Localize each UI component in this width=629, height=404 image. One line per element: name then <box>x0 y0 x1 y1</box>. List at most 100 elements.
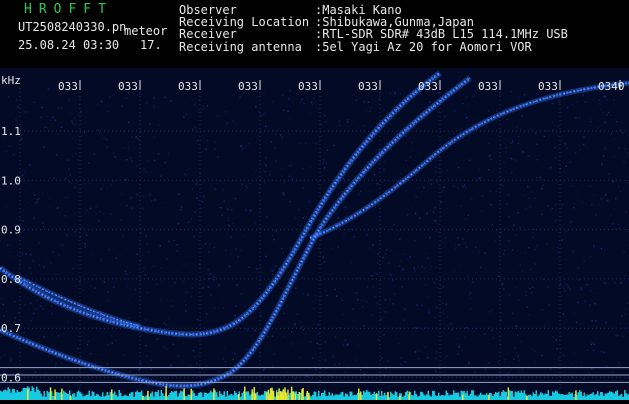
noise-floor-bar <box>624 390 626 400</box>
noise-floor-bar <box>77 392 79 400</box>
noise-floor-bar <box>248 391 250 400</box>
noise-floor-bar <box>456 393 458 400</box>
noise-floor-bar <box>492 396 494 400</box>
noise-floor-bar <box>554 393 556 401</box>
noise-floor-bar <box>345 393 347 400</box>
noise-floor-bar <box>548 390 550 400</box>
x-tick-label: 0340 <box>598 80 625 93</box>
noise-floor-bar <box>192 391 194 401</box>
noise-floor-bar <box>318 391 320 400</box>
x-tick-label: 033 <box>58 80 78 93</box>
noise-floor-bar <box>149 396 151 400</box>
noise-floor-bar <box>593 392 595 400</box>
noise-floor-bar <box>483 395 485 400</box>
noise-floor-bar <box>92 391 94 400</box>
noise-floor-bar <box>416 394 418 400</box>
noise-floor-bar <box>90 396 92 400</box>
noise-floor-bar <box>611 392 613 400</box>
noise-floor-bar <box>464 391 466 400</box>
noise-floor-bar <box>506 392 508 400</box>
noise-floor-bar <box>440 396 442 400</box>
noise-floor-bar <box>68 394 70 400</box>
noise-floor-bar <box>474 395 476 400</box>
noise-floor-bar <box>521 391 523 401</box>
noise-floor <box>0 386 629 400</box>
noise-floor-bar <box>485 395 487 400</box>
y-tick-label: 0.9 <box>1 224 21 237</box>
noise-floor-bar <box>450 395 452 400</box>
noise-floor-bar <box>542 393 544 400</box>
noise-floor-bar <box>39 391 41 400</box>
noise-floor-bar <box>551 396 553 400</box>
noise-floor-bar <box>428 391 430 400</box>
noise-floor-bar <box>392 394 394 400</box>
noise-floor-bar <box>186 396 188 400</box>
noise-floor-bar <box>180 391 182 400</box>
noise-floor-bar <box>329 392 331 400</box>
noise-floor-bar <box>242 393 244 400</box>
noise-floor-peak <box>251 389 253 400</box>
noise-floor-bar <box>231 394 233 400</box>
noise-floor-bar <box>540 392 542 400</box>
noise-floor-bar <box>212 392 214 400</box>
noise-floor-bar <box>621 394 623 400</box>
x-tick-label: 033 <box>178 80 198 93</box>
noise-floor-bar <box>114 392 116 400</box>
noise-floor-bar <box>513 397 515 400</box>
noise-floor-bar <box>11 393 13 400</box>
noise-floor-bar <box>497 393 499 400</box>
noise-floor-bar <box>170 393 172 400</box>
noise-floor-bar <box>407 391 409 400</box>
noise-floor-bar <box>549 396 551 400</box>
noise-floor-bar <box>36 387 38 400</box>
noise-floor-peak <box>244 387 246 400</box>
noise-floor-bar <box>351 392 353 400</box>
noise-floor-bar <box>510 391 512 400</box>
noise-floor-bar <box>618 396 620 400</box>
noise-floor-bar <box>240 397 242 400</box>
noise-floor-bar <box>339 395 341 401</box>
noise-floor-bar <box>201 393 203 401</box>
noise-floor-bar <box>198 393 200 400</box>
noise-floor-bar <box>164 396 166 400</box>
x-tick-label: 033 <box>358 80 378 93</box>
noise-floor-bar <box>381 391 383 400</box>
noise-floor-bar <box>105 396 107 400</box>
noise-floor-bar <box>314 392 316 400</box>
noise-floor-bar <box>468 396 470 400</box>
noise-floor-bar <box>246 392 248 401</box>
noise-floor-bar <box>326 396 328 400</box>
noise-floor-bar <box>83 396 85 400</box>
noise-floor-peak <box>191 389 193 400</box>
info-row-receiver: Receiver :RTL-SDR SDR# 43dB L15 114.1MHz… <box>179 28 568 40</box>
noise-floor-bar <box>429 395 431 400</box>
noise-floor-bar <box>495 392 497 400</box>
noise-floor-bar <box>620 395 622 400</box>
noise-floor-bar <box>350 392 352 400</box>
noise-floor-peak <box>165 386 167 400</box>
noise-floor-bar <box>404 396 406 401</box>
info-row-antenna: Receiving antenna :5el Yagi Az 20 for Ao… <box>179 41 568 53</box>
noise-floor-bar <box>332 393 334 400</box>
noise-floor-bar <box>6 391 8 401</box>
spectrogram-svg: kHz03303303303303303303303303303401.11.0… <box>0 68 629 400</box>
noise-floor-bar <box>471 390 473 400</box>
noise-floor-bar <box>473 390 475 400</box>
noise-floor-bar <box>546 394 548 400</box>
noise-floor-bar <box>423 394 425 400</box>
noise-floor-bar <box>29 388 31 400</box>
noise-floor-bar <box>419 396 421 400</box>
y-tick-label: 0.7 <box>1 322 21 335</box>
noise-floor-bar <box>171 391 173 400</box>
grid <box>20 88 629 390</box>
noise-floor-bar <box>518 391 520 400</box>
noise-floor-bar <box>305 396 307 400</box>
noise-floor-peak <box>50 387 52 400</box>
noise-floor-bar <box>501 392 503 400</box>
noise-floor-bar <box>449 396 451 401</box>
noise-floor-bar <box>420 392 422 400</box>
noise-floor-bar <box>627 395 629 401</box>
noise-floor-bar <box>3 390 5 400</box>
noise-floor-bar <box>597 391 599 400</box>
noise-floor-bar <box>563 395 565 401</box>
